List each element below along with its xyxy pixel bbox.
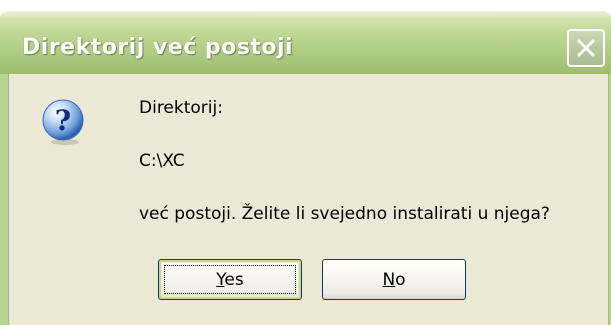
dialog-body: ? Direktorij: C:\XC već postoji. Želite … <box>8 74 609 325</box>
close-button[interactable] <box>567 29 605 67</box>
message-label: Direktorij: <box>139 98 223 118</box>
message-question: već postoji. Želite li svejedno instalir… <box>139 204 550 224</box>
no-button-label: No <box>382 269 406 290</box>
question-icon: ? <box>42 99 84 145</box>
no-button[interactable]: No <box>322 259 466 300</box>
title-bar[interactable]: Direktorij već postoji <box>0 10 611 74</box>
directory-path: C:\XC <box>139 151 185 171</box>
svg-text:?: ? <box>55 104 71 137</box>
dialog-window: Direktorij već postoji ? Direktorij: C:\… <box>0 0 611 325</box>
yes-button-label: Yes <box>216 269 244 290</box>
yes-button[interactable]: Yes <box>158 259 302 300</box>
close-icon <box>577 39 595 57</box>
window-title: Direktorij već postoji <box>22 35 294 60</box>
